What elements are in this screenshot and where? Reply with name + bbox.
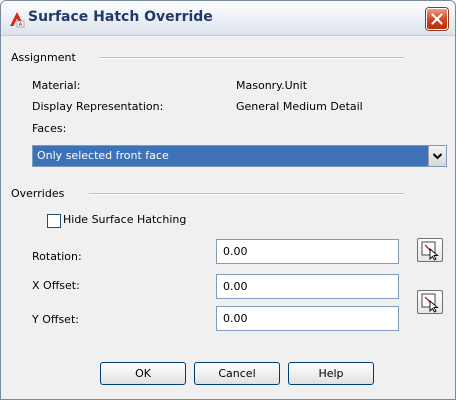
autocad-app-icon: A (10, 12, 25, 28)
y-offset-input[interactable]: 0.00 (216, 306, 399, 331)
hide-surface-hatching-label[interactable]: Hide Surface Hatching (63, 213, 186, 226)
window-title: Surface Hatch Override (28, 9, 213, 25)
ok-button[interactable]: OK (100, 362, 186, 385)
rotation-label: Rotation: (32, 250, 82, 263)
help-button[interactable]: Help (288, 362, 374, 385)
faces-label: Faces: (32, 122, 67, 135)
faces-dropdown[interactable]: Only selected front face (32, 145, 447, 167)
overrides-divider (89, 193, 404, 195)
surface-hatch-override-dialog: A Surface Hatch Override Assignment Mate… (0, 0, 456, 400)
close-button[interactable] (426, 8, 448, 30)
assignment-divider (99, 57, 404, 59)
material-label: Material: (32, 79, 81, 92)
x-offset-input[interactable]: 0.00 (216, 274, 399, 299)
overrides-group-label: Overrides (11, 187, 65, 200)
material-value: Masonry.Unit (236, 79, 308, 92)
display-representation-value: General Medium Detail (236, 100, 363, 113)
rotation-input-value: 0.00 (223, 245, 248, 258)
display-representation-label: Display Representation: (32, 100, 164, 113)
x-offset-input-value: 0.00 (223, 280, 248, 293)
svg-text:A: A (19, 22, 23, 28)
pick-offset-button[interactable] (417, 290, 443, 314)
chevron-down-icon (432, 153, 443, 160)
assignment-group-label: Assignment (11, 51, 76, 64)
pick-point-icon (421, 241, 439, 261)
y-offset-input-value: 0.00 (223, 312, 248, 325)
cancel-button[interactable]: Cancel (194, 362, 280, 385)
faces-dropdown-value: Only selected front face (37, 149, 169, 162)
pick-point-icon (421, 293, 439, 313)
faces-dropdown-button[interactable] (428, 146, 446, 166)
y-offset-label: Y Offset: (32, 313, 79, 326)
dialog-body: Assignment Material: Masonry.Unit Displa… (1, 36, 455, 399)
pick-rotation-button[interactable] (417, 238, 443, 262)
hide-surface-hatching-checkbox[interactable] (47, 214, 61, 228)
rotation-input[interactable]: 0.00 (216, 239, 399, 264)
x-offset-label: X Offset: (32, 279, 80, 292)
close-icon (431, 13, 443, 25)
title-bar[interactable]: A Surface Hatch Override (1, 1, 455, 36)
